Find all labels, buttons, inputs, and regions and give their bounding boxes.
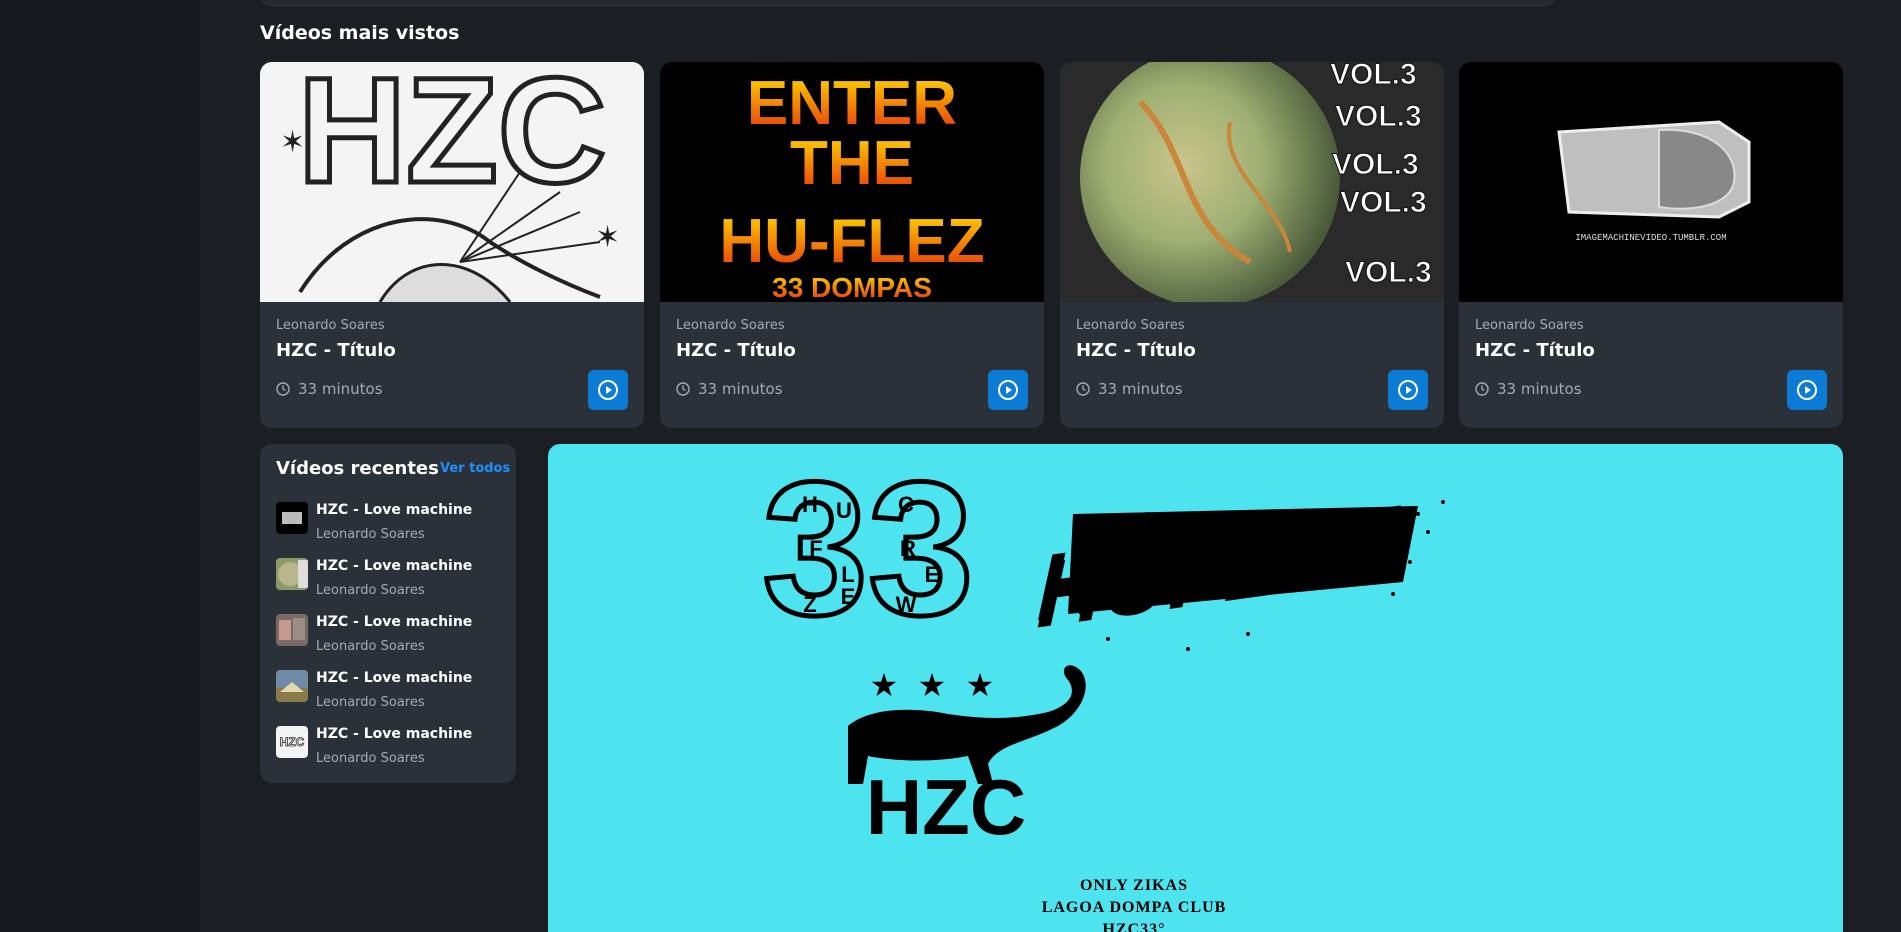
logo-letter: E bbox=[925, 562, 940, 587]
svg-text:HZC: HZC bbox=[280, 735, 305, 749]
video-thumbnail[interactable]: VOL.3 VOL.3 VOL.3 VOL.3 VOL.3 bbox=[1060, 62, 1444, 302]
recent-video-item[interactable]: HZC HZC - Love machine Leonardo Soares bbox=[276, 726, 506, 776]
video-title[interactable]: HZC - Título bbox=[1475, 340, 1595, 361]
video-duration-text: 33 minutos bbox=[298, 380, 383, 398]
recent-videos-panel: Vídeos recentes Ver todos HZC - Love mac… bbox=[260, 444, 516, 783]
video-card[interactable]: IMAGEMACHINEVIDEO.TUMBLR.COM Leonardo So… bbox=[1459, 62, 1843, 428]
video-duration-text: 33 minutos bbox=[1497, 380, 1582, 398]
video-title[interactable]: HZC - Título bbox=[1076, 340, 1196, 361]
recent-video-title[interactable]: HZC - Love machine bbox=[316, 502, 472, 518]
recent-video-title[interactable]: HZC - Love machine bbox=[316, 670, 472, 686]
thumb-vol-text: VOL.3 bbox=[1330, 62, 1417, 91]
play-icon bbox=[598, 380, 618, 400]
thumb-huflez-text: HU-FLEZ bbox=[719, 207, 984, 276]
logo-letter: U bbox=[836, 498, 852, 523]
video-author: Leonardo Soares bbox=[676, 318, 785, 333]
recent-video-item[interactable]: HZC - Love machine Leonardo Soares bbox=[276, 558, 506, 608]
play-button[interactable] bbox=[1787, 370, 1827, 410]
video-title[interactable]: HZC - Título bbox=[276, 340, 396, 361]
recent-video-item[interactable]: HZC - Love machine Leonardo Soares bbox=[276, 670, 506, 720]
video-thumbnail[interactable]: IMAGEMACHINEVIDEO.TUMBLR.COM bbox=[1459, 62, 1843, 302]
video-duration-text: 33 minutos bbox=[698, 380, 783, 398]
sidebar bbox=[0, 0, 200, 932]
logo-letter: R bbox=[900, 536, 916, 561]
search-bar[interactable] bbox=[260, 0, 1556, 7]
video-thumbnail[interactable]: HZC ✶ ✶ bbox=[260, 62, 644, 302]
recent-video-thumbnail[interactable] bbox=[276, 614, 308, 646]
stars-icon: ★ ★ ★ bbox=[870, 666, 995, 704]
featured-banner[interactable]: 33 H U C F R L E Z E W HUFLEZ HUFLEZ ★ ★… bbox=[548, 444, 1843, 932]
recent-video-thumbnail[interactable] bbox=[276, 670, 308, 702]
recent-video-thumbnail[interactable]: HZC bbox=[276, 726, 308, 758]
recent-videos-title: Vídeos recentes bbox=[276, 458, 439, 479]
recent-video-author: Leonardo Soares bbox=[316, 695, 425, 710]
clock-icon bbox=[1475, 382, 1489, 396]
svg-text:VOL.3: VOL.3 bbox=[1335, 100, 1422, 133]
hzc-logo-text: HZC bbox=[866, 763, 1026, 851]
play-icon bbox=[998, 380, 1018, 400]
svg-text:★: ★ bbox=[918, 666, 947, 704]
clock-icon bbox=[676, 382, 690, 396]
recent-video-author: Leonardo Soares bbox=[316, 751, 425, 766]
play-icon bbox=[1797, 380, 1817, 400]
logo-letter: H bbox=[802, 492, 818, 517]
most-viewed-title: Vídeos mais vistos bbox=[260, 22, 460, 44]
huflez-logo-icon: HUFLEZ HUFLEZ bbox=[1035, 485, 1445, 651]
recent-video-item[interactable]: HZC - Love machine Leonardo Soares bbox=[276, 502, 506, 552]
play-button[interactable] bbox=[588, 370, 628, 410]
recent-video-thumbnail[interactable] bbox=[276, 558, 308, 590]
video-duration: 33 minutos bbox=[676, 380, 783, 398]
svg-text:✶: ✶ bbox=[280, 125, 305, 160]
recent-video-item[interactable]: HZC - Love machine Leonardo Soares bbox=[276, 614, 506, 664]
see-all-link[interactable]: Ver todos bbox=[440, 461, 510, 476]
play-icon bbox=[1398, 380, 1418, 400]
svg-text:✶: ✶ bbox=[595, 220, 620, 255]
video-author: Leonardo Soares bbox=[276, 318, 385, 333]
svg-text:VOL.3: VOL.3 bbox=[1345, 256, 1432, 289]
logo-letter: F bbox=[809, 536, 822, 561]
recent-video-author: Leonardo Soares bbox=[316, 639, 425, 654]
recent-video-author: Leonardo Soares bbox=[316, 583, 425, 598]
featured-line-2: LAGOA DOMPA CLUB bbox=[1042, 899, 1227, 916]
clock-icon bbox=[276, 382, 290, 396]
video-duration: 33 minutos bbox=[276, 380, 383, 398]
video-duration-text: 33 minutos bbox=[1098, 380, 1183, 398]
recent-video-title[interactable]: HZC - Love machine bbox=[316, 726, 472, 742]
video-duration: 33 minutos bbox=[1076, 380, 1183, 398]
video-duration: 33 minutos bbox=[1475, 380, 1582, 398]
recent-video-title[interactable]: HZC - Love machine bbox=[316, 558, 472, 574]
featured-line-3: HZC33° bbox=[1102, 921, 1165, 932]
thumb-the-text: THE bbox=[790, 129, 914, 198]
svg-text:★: ★ bbox=[966, 666, 995, 704]
svg-text:★: ★ bbox=[870, 666, 899, 704]
video-author: Leonardo Soares bbox=[1475, 318, 1584, 333]
featured-line-1: ONLY ZIKAS bbox=[1080, 877, 1188, 894]
thumb-hzc-text: HZC bbox=[298, 62, 606, 214]
most-viewed-cards: HZC ✶ ✶ Leonardo Soares HZC - Título 33 … bbox=[260, 62, 1843, 428]
recent-video-author: Leonardo Soares bbox=[316, 527, 425, 542]
play-button[interactable] bbox=[1388, 370, 1428, 410]
logo-number: 33 bbox=[762, 444, 973, 655]
logo-letter: W bbox=[896, 592, 917, 617]
video-card[interactable]: HZC ✶ ✶ Leonardo Soares HZC - Título 33 … bbox=[260, 62, 644, 428]
video-author: Leonardo Soares bbox=[1076, 318, 1185, 333]
recent-video-thumbnail[interactable] bbox=[276, 502, 308, 534]
logo-letter: C bbox=[898, 492, 914, 517]
thumb-url-text: IMAGEMACHINEVIDEO.TUMBLR.COM bbox=[1575, 233, 1726, 243]
video-thumbnail[interactable]: ENTER THE HU-FLEZ 33 DOMPAS bbox=[660, 62, 1044, 302]
svg-text:VOL.3: VOL.3 bbox=[1340, 186, 1427, 219]
thumb-enter-text: ENTER bbox=[747, 69, 957, 138]
hzc33-logo-icon: 33 H U C F R L E Z E W bbox=[760, 444, 976, 658]
thumb-dompas-text: 33 DOMPAS bbox=[772, 272, 932, 302]
video-card[interactable]: VOL.3 VOL.3 VOL.3 VOL.3 VOL.3 Leonardo S… bbox=[1060, 62, 1444, 428]
logo-letter: E bbox=[841, 584, 856, 609]
play-button[interactable] bbox=[988, 370, 1028, 410]
svg-text:VOL.3: VOL.3 bbox=[1332, 148, 1419, 181]
video-card[interactable]: ENTER THE HU-FLEZ 33 DOMPAS Leonardo Soa… bbox=[660, 62, 1044, 428]
logo-letter: Z bbox=[803, 592, 816, 617]
video-title[interactable]: HZC - Título bbox=[676, 340, 796, 361]
recent-video-title[interactable]: HZC - Love machine bbox=[316, 614, 472, 630]
clock-icon bbox=[1076, 382, 1090, 396]
